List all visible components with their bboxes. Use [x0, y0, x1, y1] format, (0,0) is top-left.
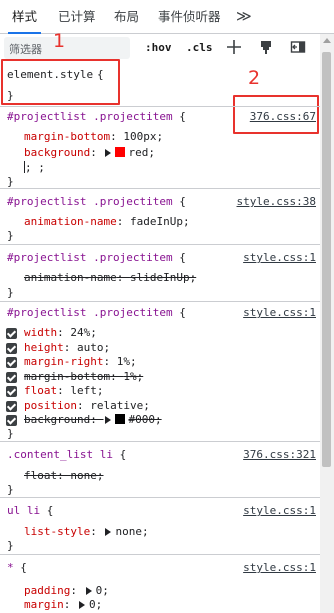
styles-toolbar: 筛选器 :hov .cls	[0, 34, 334, 62]
style-rule: #projectlist .projectitem { style.css:1 …	[0, 245, 320, 302]
filter-input[interactable]: 筛选器	[4, 37, 130, 59]
rule-source-link[interactable]: style.css:38	[237, 195, 316, 208]
property-checkbox[interactable]	[6, 372, 17, 383]
style-property[interactable]: background: red;	[24, 146, 155, 159]
rule-source-link[interactable]: style.css:1	[243, 504, 316, 517]
style-property[interactable]: padding: 0;	[24, 584, 109, 597]
style-rule: #projectlist .projectitem { style.css:1 …	[0, 302, 320, 442]
rule-selector[interactable]: #projectlist .projectitem	[7, 251, 173, 264]
paint-bucket-icon[interactable]	[258, 39, 274, 55]
style-rule: .content_list li { 376.css:321 float: no…	[0, 442, 320, 498]
style-property[interactable]: position: relative;	[24, 399, 150, 412]
scroll-up-arrow-icon[interactable]	[323, 38, 331, 43]
property-checkbox[interactable]	[6, 401, 17, 412]
expand-triangle-icon	[79, 601, 85, 609]
element-style-rule: element.style { }	[0, 62, 320, 107]
tab-computed[interactable]: 已计算	[58, 0, 96, 33]
property-checkbox[interactable]	[6, 415, 17, 426]
hover-state-button[interactable]: :hov	[145, 41, 172, 54]
rule-selector[interactable]: #projectlist .projectitem	[7, 110, 173, 123]
expand-triangle-icon	[85, 587, 92, 595]
style-property-editing[interactable]: ; ;	[24, 161, 45, 174]
overridden-property[interactable]: margin-bottom: 1%;	[24, 370, 143, 383]
tab-layout[interactable]: 布局	[114, 0, 139, 33]
style-property[interactable]: width: 24%;	[24, 326, 97, 339]
rule-source-link[interactable]: style.css:1	[243, 561, 316, 574]
rule-selector[interactable]: *	[7, 561, 14, 574]
rule-selector[interactable]: #projectlist .projectitem	[7, 195, 173, 208]
rule-source-link[interactable]: 376.css:321	[243, 448, 316, 461]
class-toggle-button[interactable]: .cls	[186, 41, 213, 54]
toggle-sidebar-icon[interactable]	[290, 39, 306, 55]
style-property[interactable]: height: auto;	[24, 341, 110, 354]
color-swatch[interactable]	[115, 414, 126, 424]
expand-triangle-icon	[105, 149, 112, 157]
property-checkbox[interactable]	[6, 343, 17, 354]
overridden-property[interactable]: background: #000;	[24, 413, 162, 426]
expand-triangle-icon	[105, 528, 112, 536]
property-checkbox[interactable]	[6, 386, 17, 397]
style-rule: #projectlist .projectitem { 376.css:67 m…	[0, 106, 320, 189]
style-rule: #projectlist .projectitem { style.css:38…	[0, 189, 320, 245]
more-tabs-icon[interactable]: ≫	[236, 0, 252, 33]
style-property[interactable]: float: left;	[24, 384, 104, 397]
style-rule: ul li { style.css:1 list-style: none; }	[0, 498, 320, 555]
filter-placeholder: 筛选器	[9, 43, 42, 56]
style-property[interactable]: margin-right: 1%;	[24, 355, 137, 368]
scrollbar-thumb[interactable]	[322, 52, 331, 467]
color-swatch[interactable]	[115, 147, 126, 157]
property-checkbox[interactable]	[6, 357, 17, 368]
style-property[interactable]: margin: 0;	[24, 598, 102, 611]
style-property[interactable]: list-style: none;	[24, 525, 149, 538]
rule-selector[interactable]: .content_list li	[7, 448, 113, 461]
overridden-property[interactable]: animation-name: slideInUp;	[24, 271, 196, 284]
rule-source-link[interactable]: style.css:1	[243, 251, 316, 264]
rule-source-link[interactable]: 376.css:67	[250, 110, 316, 123]
tab-styles[interactable]: 样式	[7, 0, 42, 34]
rule-close-brace: }	[7, 89, 14, 102]
new-rule-plus-icon[interactable]	[226, 39, 242, 55]
style-rule: * { style.css:1 padding: 0; margin: 0;	[7, 561, 316, 611]
rule-selector[interactable]: #projectlist .projectitem	[7, 306, 173, 319]
overridden-property[interactable]: float: none;	[24, 469, 104, 482]
rule-open-brace: {	[97, 68, 104, 81]
style-property[interactable]: margin-bottom: 100px;	[24, 130, 163, 143]
element-style-selector[interactable]: element.style	[7, 68, 93, 81]
expand-triangle-icon	[105, 416, 112, 424]
devtools-tab-bar: 样式 已计算 布局 事件侦听器 ≫	[0, 0, 334, 34]
rule-source-link[interactable]: style.css:1	[243, 306, 316, 319]
property-checkbox[interactable]	[6, 328, 17, 339]
tab-event-listeners[interactable]: 事件侦听器	[158, 0, 221, 33]
rule-selector[interactable]: ul li	[7, 504, 40, 517]
annotation-label-1: 1	[53, 30, 66, 52]
style-property[interactable]: animation-name: fadeInUp;	[24, 215, 190, 228]
